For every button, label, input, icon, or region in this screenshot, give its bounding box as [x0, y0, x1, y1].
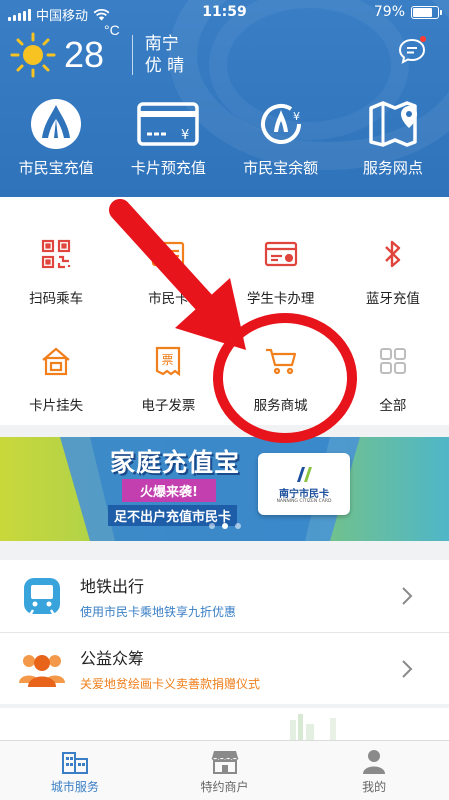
- card-name-en: NANNING CITIZEN CARD: [276, 499, 332, 504]
- city-name: 南宁: [144, 34, 179, 54]
- service-mall[interactable]: 服务商城: [225, 341, 337, 414]
- people-group-icon: [16, 643, 68, 695]
- list-item-text: 公益众筹 关爱地贫绘画卡义卖善款捐赠仪式: [80, 645, 260, 692]
- qr-code-icon: [36, 234, 76, 274]
- service-e-invoice[interactable]: 票 电子发票: [112, 341, 224, 414]
- chevron-right-icon: [402, 587, 413, 605]
- service-card-loss[interactable]: 卡片挂失: [0, 341, 112, 414]
- tab-bar: 城市服务 特约商户 我的: [0, 740, 449, 800]
- status-bar: 中国移动 11:59 79%: [0, 0, 449, 26]
- student-card-icon: [261, 234, 301, 274]
- tab-label: 城市服务: [50, 780, 99, 794]
- svg-text:票: 票: [162, 353, 174, 367]
- quick-action-label: 卡片预充值: [130, 159, 206, 177]
- invoice-icon: 票: [148, 341, 188, 381]
- battery-icon: [411, 5, 442, 19]
- feature-list: 地铁出行 使用市民卡乘地铁享九折优惠 公益众筹 关爱地贫绘画卡义卖善款捐赠仪式: [0, 560, 449, 704]
- list-item-title: 公益众筹: [80, 649, 145, 668]
- citizen-card-icon: [148, 234, 188, 274]
- quick-action-label: 服务网点: [362, 159, 423, 177]
- banner-tag: 火爆来袭!: [122, 479, 216, 502]
- service-row: 扫码乘车 市民卡 学生卡办理 蓝牙充值: [0, 234, 449, 307]
- service-all[interactable]: 全部: [337, 341, 449, 414]
- carousel-dot[interactable]: [221, 523, 228, 529]
- all-grid-icon: [373, 341, 413, 381]
- svg-text:¥: ¥: [293, 110, 300, 123]
- chevron-right-icon: [402, 660, 413, 678]
- map-location-icon: [358, 96, 428, 152]
- svg-text:¥: ¥: [181, 128, 189, 143]
- service-label: 扫码乘车: [29, 291, 84, 307]
- quick-action-label: 市民宝充值: [18, 159, 94, 177]
- service-row: 卡片挂失 票 电子发票 服务商城 全部: [0, 341, 449, 414]
- service-label: 全部: [379, 398, 407, 414]
- promo-banner[interactable]: 家庭充值宝 火爆来袭! 足不出户充值市民卡 南宁市民卡 NANNING CITI…: [0, 437, 449, 541]
- notification-dot: [420, 36, 426, 42]
- card-loss-icon: [36, 341, 76, 381]
- tab-label: 我的: [362, 780, 387, 794]
- profile-icon: [363, 750, 386, 774]
- quick-action-service-points[interactable]: 服务网点: [337, 96, 449, 178]
- list-item-subtitle: 关爱地贫绘画卡义卖善款捐赠仪式: [80, 677, 261, 691]
- list-item-text: 地铁出行 使用市民卡乘地铁享九折优惠: [80, 573, 236, 620]
- citizen-card-image: 南宁市民卡 NANNING CITIZEN CARD: [258, 453, 350, 515]
- carousel-dot[interactable]: [208, 523, 215, 529]
- service-student-card[interactable]: 学生卡办理: [225, 234, 337, 307]
- quick-actions: 市民宝充值 ¥ 卡片预充值 ¥ 市民宝余额 服务网点: [0, 96, 449, 178]
- banner-title: 家庭充值宝: [110, 448, 241, 477]
- service-label: 学生卡办理: [246, 291, 315, 307]
- tab-label: 特约商户: [200, 780, 249, 794]
- tab-city-service[interactable]: 城市服务: [0, 741, 150, 800]
- service-label: 电子发票: [141, 398, 196, 414]
- weather-divider: [131, 35, 133, 75]
- temperature: 28°C: [64, 23, 120, 75]
- header: 中国移动 11:59 79% 28°C 南宁 优 晴 市民宝充值 ¥ 卡片预充值…: [0, 0, 449, 197]
- service-label: 服务商城: [253, 398, 308, 414]
- card-name: 南宁市民卡: [279, 489, 329, 500]
- quick-action-label: 市民宝余额: [243, 159, 319, 177]
- quick-action-precharge[interactable]: ¥ 卡片预充值: [112, 96, 224, 178]
- sun-icon: [10, 32, 56, 78]
- carousel-dots: [0, 523, 449, 529]
- list-item-subtitle: 使用市民卡乘地铁享九折优惠: [80, 604, 237, 619]
- list-item-crowdfunding[interactable]: 公益众筹 关爱地贫绘画卡义卖善款捐赠仪式: [0, 632, 449, 704]
- card-logo-icon: [297, 467, 312, 482]
- temperature-value: 28: [64, 34, 105, 75]
- service-bluetooth[interactable]: 蓝牙充值: [337, 234, 449, 307]
- next-section-peek: [0, 708, 449, 740]
- store-icon: [210, 751, 239, 774]
- card-precharge-icon: ¥: [133, 96, 203, 152]
- weather-condition: 优 晴: [144, 56, 185, 76]
- quick-action-balance[interactable]: ¥ 市民宝余额: [225, 96, 337, 178]
- temperature-unit: °C: [104, 22, 120, 38]
- citizen-recharge-icon: [21, 96, 91, 152]
- service-label: 卡片挂失: [29, 398, 84, 414]
- list-item-metro[interactable]: 地铁出行 使用市民卡乘地铁享九折优惠: [0, 560, 449, 632]
- service-label: 市民卡: [148, 291, 189, 307]
- battery-percent: 79%: [373, 4, 405, 20]
- bluetooth-icon: [373, 234, 413, 274]
- service-grid: 扫码乘车 市民卡 学生卡办理 蓝牙充值 卡片挂失 票 电子发票 服务商城 全部: [0, 197, 449, 425]
- quick-action-recharge[interactable]: 市民宝充值: [0, 96, 112, 178]
- battery-fill: [413, 7, 432, 17]
- service-label: 蓝牙充值: [365, 291, 420, 307]
- city-service-icon: [61, 752, 88, 774]
- skyline-decoration: [290, 714, 336, 740]
- tab-mine[interactable]: 我的: [299, 741, 449, 800]
- service-citizen-card[interactable]: 市民卡: [112, 234, 224, 307]
- tab-merchants[interactable]: 特约商户: [150, 741, 300, 800]
- carousel-dot[interactable]: [234, 523, 241, 529]
- battery-area: 79%: [373, 4, 442, 20]
- weather-widget[interactable]: 28°C 南宁 优 晴: [10, 23, 184, 80]
- shopping-cart-icon: [261, 341, 301, 381]
- service-scan-ride[interactable]: 扫码乘车: [0, 234, 112, 307]
- balance-icon: ¥: [246, 96, 316, 152]
- location-block: 南宁 优 晴: [145, 33, 184, 77]
- metro-icon: [16, 570, 68, 622]
- list-item-title: 地铁出行: [80, 576, 145, 596]
